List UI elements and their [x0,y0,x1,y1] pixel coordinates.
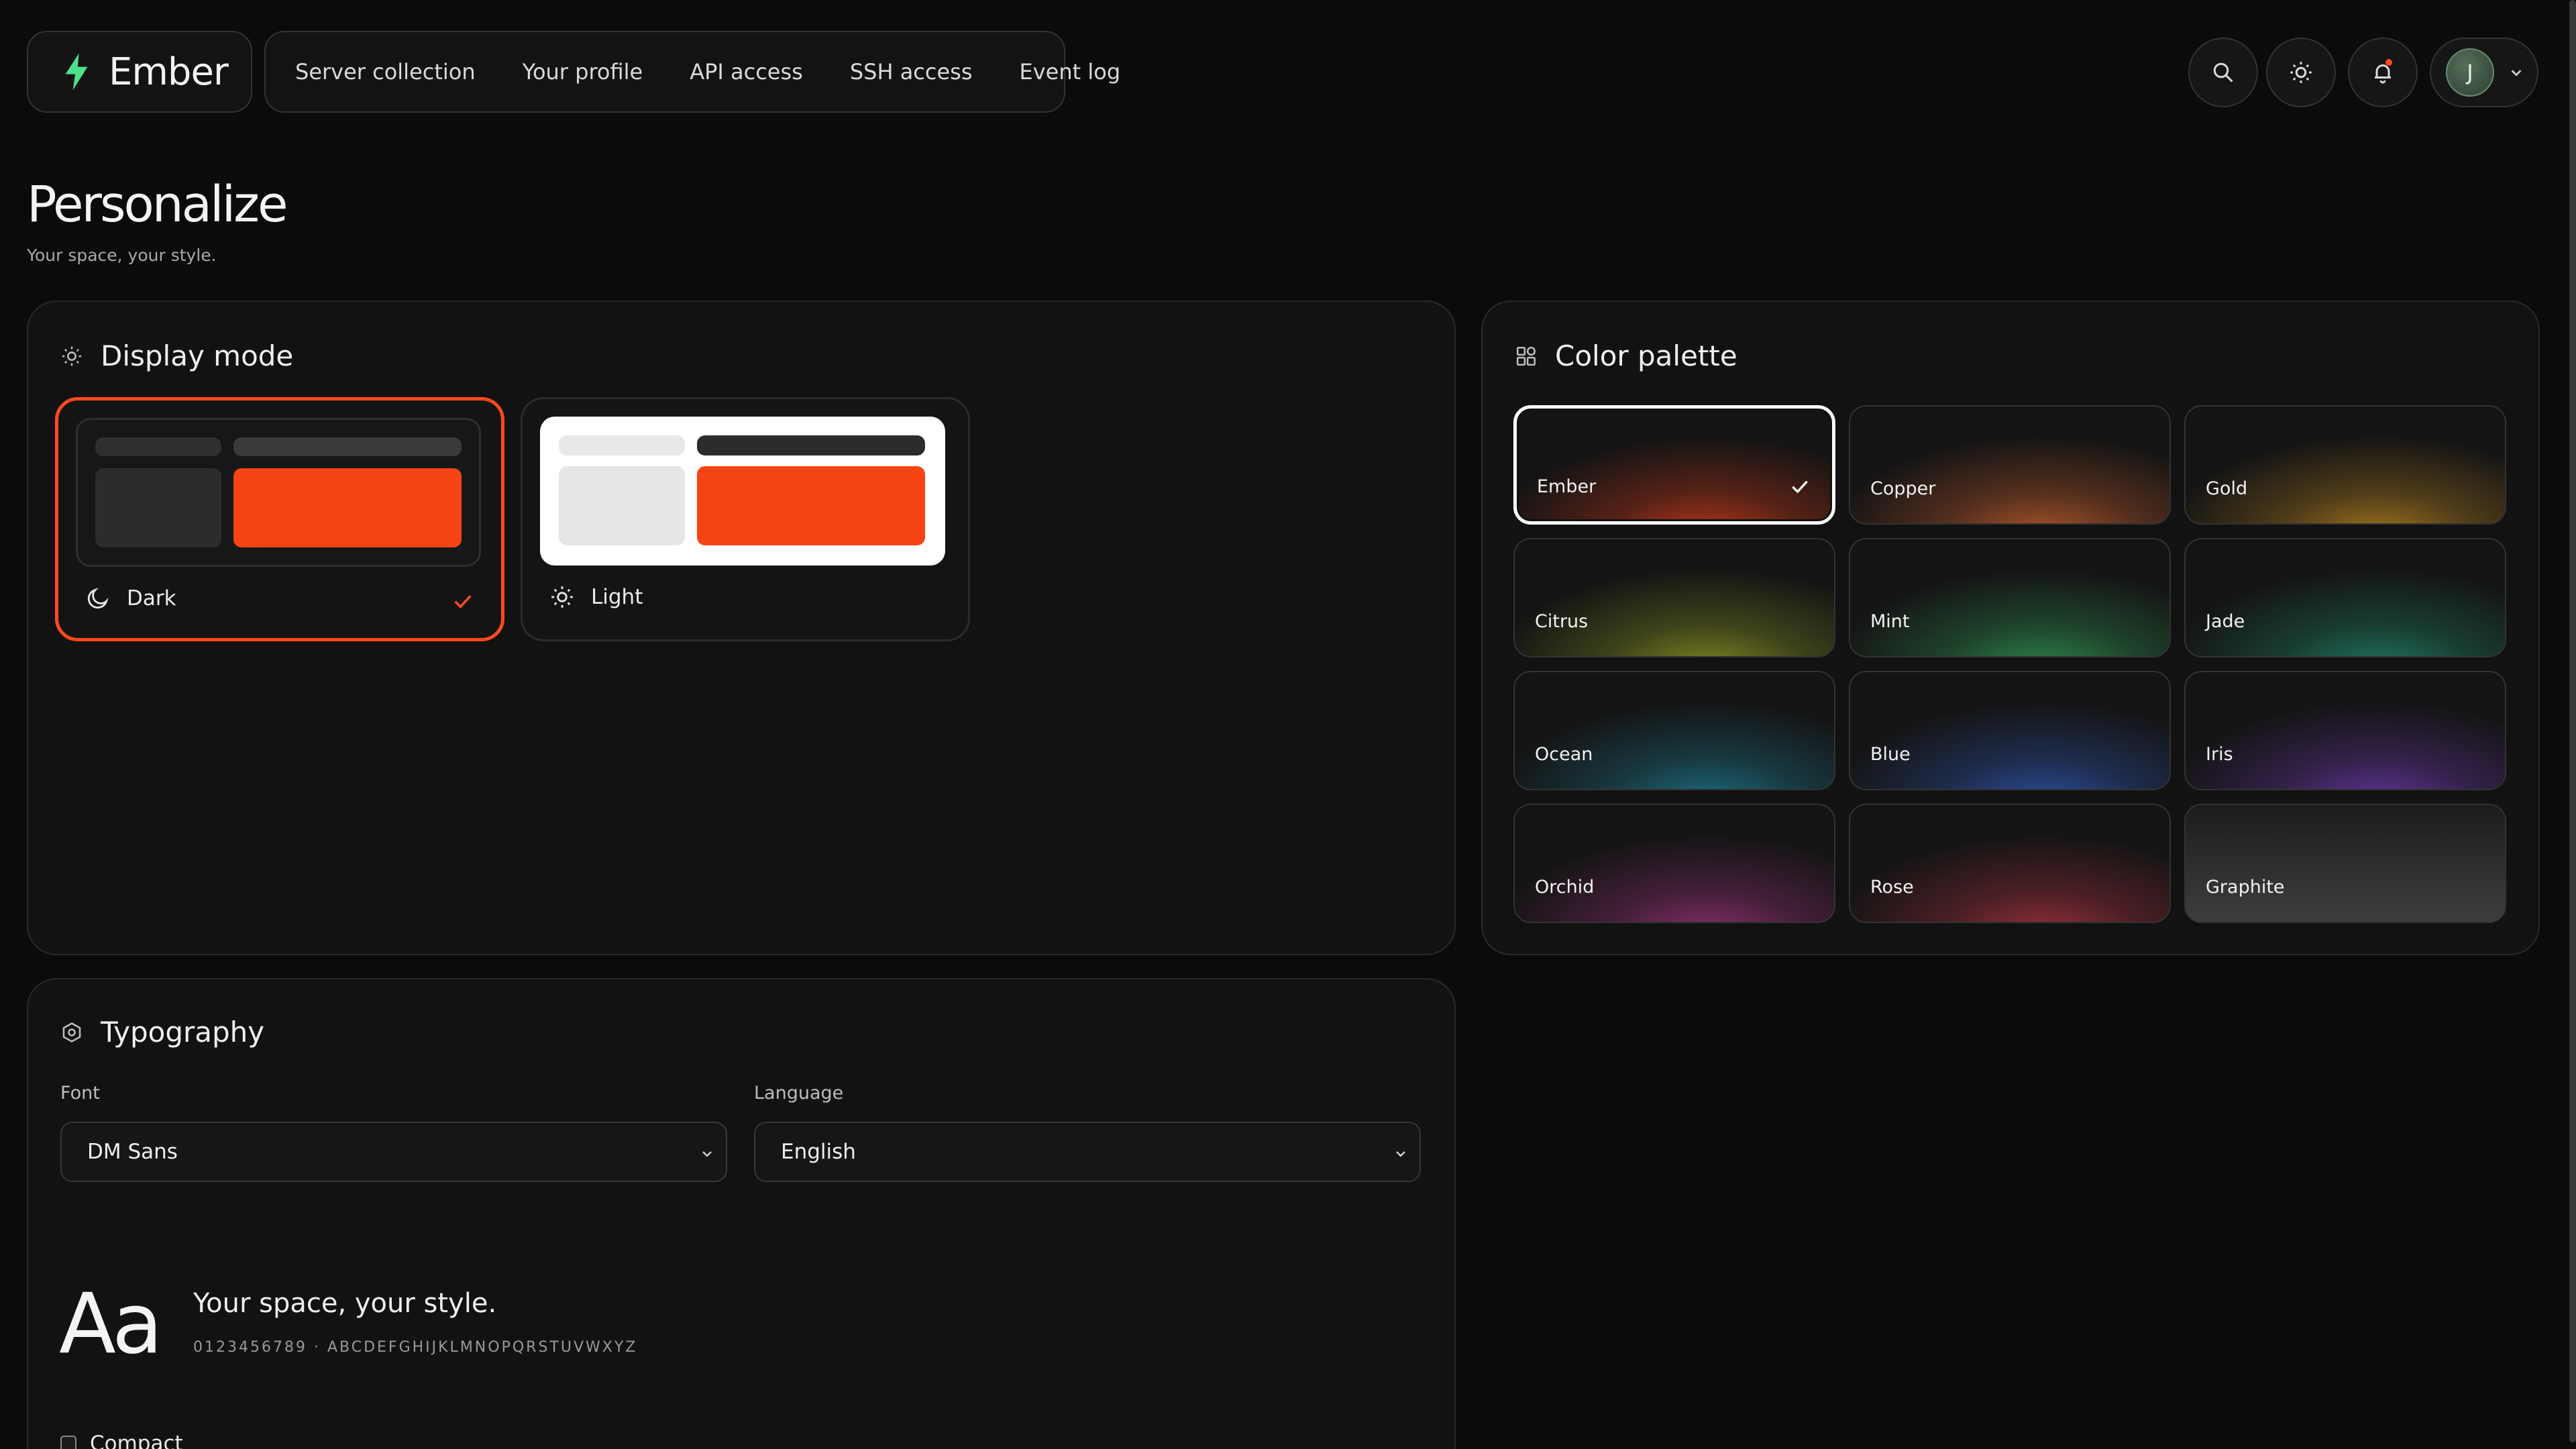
scrollbar-thumb[interactable] [2569,0,2576,1442]
swatch-label: Gold [2206,478,2248,499]
nav-ssh-access[interactable]: SSH access [850,59,973,85]
mode-dark-text: Dark [127,586,176,610]
preview-bar [559,435,685,455]
font-label: Font [60,1083,100,1104]
swatch-label: Rose [1870,877,1914,898]
display-mode-heading: Display mode [101,339,294,372]
font-sample-glyph: Aa [59,1276,163,1373]
swatch-label: Orchid [1535,877,1595,898]
moon-icon [87,588,109,609]
top-nav: Server collection Your profile API acces… [264,31,1120,113]
typography-card [27,978,1456,1449]
swatch-rose[interactable]: Rose [1849,804,2171,923]
swatch-ocean[interactable]: Ocean [1513,671,1835,790]
user-menu-button[interactable]: J [2430,38,2538,107]
swatch-label: Ember [1537,476,1597,497]
check-icon [1792,480,1808,494]
theme-toggle-button[interactable] [2266,38,2336,107]
avatar: J [2446,48,2494,97]
swatch-blue[interactable]: Blue [1849,671,2171,790]
settings-hex-icon [62,1022,81,1042]
typography-title: Typography [60,1016,264,1049]
dark-preview [76,418,481,567]
display-mode-title: Display mode [60,339,293,372]
language-select[interactable]: English [754,1122,1421,1182]
color-palette-heading: Color palette [1555,339,1737,372]
mode-light-text: Light [591,585,643,609]
swatch-mint[interactable]: Mint [1849,538,2171,657]
preview-accent-block [233,468,462,547]
page-title: Personalize [27,176,288,233]
font-sample-text: Your space, your style. [193,1288,497,1319]
chevron-down-icon [2511,70,2522,76]
swatch-orchid[interactable]: Orchid [1513,804,1835,923]
preview-bar [697,435,925,455]
sun-icon [62,346,82,366]
language-label: Language [754,1083,844,1104]
brand-logo[interactable]: Ember [27,31,252,113]
nav-event-log[interactable]: Event log [1020,59,1121,85]
swatch-jade[interactable]: Jade [2184,538,2506,657]
preview-bar [233,437,462,456]
swatch-iris[interactable]: Iris [2184,671,2506,790]
chevron-down-icon [1396,1151,1405,1157]
notification-badge [2385,59,2392,66]
chevron-down-icon [702,1151,712,1157]
light-preview [540,417,945,566]
swatch-label: Citrus [1535,611,1589,632]
preview-block [95,468,221,547]
font-select[interactable]: DM Sans [60,1122,727,1182]
language-select-value: English [781,1140,856,1164]
nav-server-collection[interactable]: Server collection [295,59,476,85]
swatch-copper[interactable]: Copper [1849,405,2171,525]
preview-accent-block [697,466,925,545]
swatch-gold[interactable]: Gold [2184,405,2506,525]
mode-option-dark[interactable]: Dark [55,397,504,641]
mode-label-light: Light [549,584,643,610]
swatch-citrus[interactable]: Citrus [1513,538,1835,657]
nav-your-profile[interactable]: Your profile [523,59,643,85]
nav-api-access[interactable]: API access [690,59,803,85]
page-subtitle: Your space, your style. [27,246,217,265]
brand-name: Ember [109,50,229,94]
preview-bar [95,437,221,456]
search-icon [2213,62,2233,83]
sun-icon [551,586,573,608]
font-select-value: DM Sans [87,1140,178,1164]
notifications-button[interactable] [2348,38,2418,107]
color-palette-title: Color palette [1515,339,1737,372]
compact-checkbox[interactable] [60,1436,76,1449]
typography-heading: Typography [101,1016,265,1049]
swatch-label: Graphite [2206,877,2285,898]
mode-option-light[interactable]: Light [521,397,970,641]
swatch-label: Copper [1870,478,1936,499]
swatch-label: Mint [1870,611,1910,632]
swatch-ember[interactable]: Ember [1513,405,1835,525]
swatch-label: Ocean [1535,744,1593,765]
settings-app: Ember Server collection Your profile API… [0,0,2576,1449]
palette-icon [1516,346,1536,366]
bolt-icon [65,53,88,91]
compact-option: Compact [60,1432,183,1449]
font-sample-characters: 0123456789 · ABCDEFGHIJKLMNOPQRSTUVWXYZ [193,1339,638,1356]
preview-block [559,466,685,545]
swatch-graphite[interactable]: Graphite [2184,804,2506,923]
search-button[interactable] [2188,38,2258,107]
sun-icon [2290,62,2312,83]
compact-label: Compact [90,1432,183,1449]
swatch-label: Iris [2206,744,2233,765]
mode-label-dark: Dark [85,586,176,611]
swatch-label: Blue [1870,744,1911,765]
check-icon [454,595,472,609]
swatch-label: Jade [2206,611,2245,632]
